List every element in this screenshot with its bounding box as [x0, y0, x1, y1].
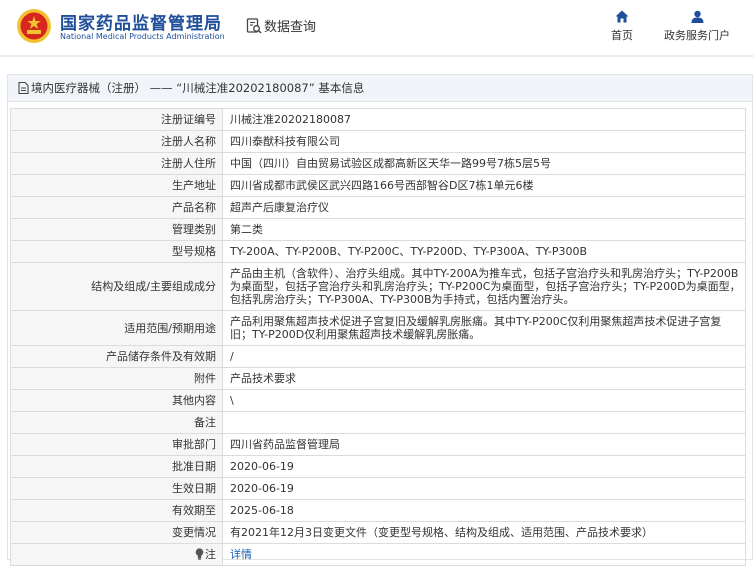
table-row: 备注	[10, 411, 746, 434]
field-value: 第二类	[222, 218, 746, 241]
table-row: 批准日期 2020-06-19	[10, 455, 746, 478]
field-label: 附件	[10, 367, 223, 390]
table-row: 生产地址 四川省成都市武侯区武兴四路166号西部智谷D区7栋1单元6楼	[10, 174, 746, 197]
field-label: 有效期至	[10, 499, 223, 522]
field-value: 2025-06-18	[222, 499, 746, 522]
field-label: 产品储存条件及有效期	[10, 345, 223, 368]
field-value: 中国（四川）自由贸易试验区成都高新区天华一路99号7栋5层5号	[222, 152, 746, 175]
brand-subtitle: National Medical Products Administration	[60, 32, 225, 41]
field-label: 适用范围/预期用途	[10, 310, 223, 346]
table-row: 结构及组成/主要组成成分 产品由主机（含软件）、治疗头组成。其中TY-200A为推…	[10, 262, 746, 311]
field-value: 有2021年12月3日变更文件（变更型号规格、结构及组成、适用范围、产品技术要求…	[222, 521, 746, 544]
table-row: 审批部门 四川省药品监督管理局	[10, 433, 746, 456]
field-label: 生产地址	[10, 174, 223, 197]
table-row: 变更情况 有2021年12月3日变更文件（变更型号规格、结构及组成、适用范围、产品…	[10, 521, 746, 544]
user-icon	[691, 10, 703, 23]
table-row: 附件 产品技术要求	[10, 367, 746, 390]
field-value: /	[222, 345, 746, 368]
data-query-link[interactable]: 数据查询	[246, 16, 316, 35]
field-label: 审批部门	[10, 433, 223, 456]
field-value	[222, 411, 746, 434]
field-value: \	[222, 389, 746, 412]
search-doc-icon	[246, 18, 262, 34]
note-value-cell: 详情	[222, 543, 746, 566]
nav-portal-label: 政务服务门户	[664, 29, 730, 42]
national-emblem-icon	[17, 9, 51, 43]
table-row: 有效期至 2025-06-18	[10, 499, 746, 522]
table-row: 产品名称 超声产后康复治疗仪	[10, 196, 746, 219]
header-divider	[0, 55, 754, 57]
document-icon	[18, 81, 29, 95]
data-query-label: 数据查询	[264, 20, 317, 35]
field-label: 变更情况	[10, 521, 223, 544]
field-value: 四川省成都市武侯区武兴四路166号西部智谷D区7栋1单元6楼	[222, 174, 746, 197]
field-value: 产品由主机（含软件）、治疗头组成。其中TY-200A为推车式，包括子宫治疗头和乳…	[222, 262, 746, 311]
field-value: 2020-06-19	[222, 477, 746, 500]
field-label: 结构及组成/主要组成成分	[10, 262, 223, 311]
brand-title[interactable]: 国家药品监督管理局	[60, 9, 222, 34]
table-row: 其他内容 \	[10, 389, 746, 412]
table-row: 注册人住所 中国（四川）自由贸易试验区成都高新区天华一路99号7栋5层5号	[10, 152, 746, 175]
home-icon	[615, 10, 629, 23]
field-label: 注册人名称	[10, 130, 223, 153]
table-row: 管理类别 第二类	[10, 218, 746, 241]
nav-home-label: 首页	[611, 29, 633, 42]
field-label: 管理类别	[10, 218, 223, 241]
field-value: 川械注准20202180087	[222, 108, 746, 131]
info-table: 注册证编号 川械注准20202180087 注册人名称 四川泰猷科技有限公司 注册人住所…	[10, 108, 746, 566]
field-value: TY-200A、TY-P200B、TY-P200C、TY-P200D、TY-P3…	[222, 240, 746, 263]
field-label: 备注	[10, 411, 223, 434]
field-value: 四川省药品监督管理局	[222, 433, 746, 456]
detail-link[interactable]: 详情	[230, 548, 252, 561]
table-row: 生效日期 2020-06-19	[10, 477, 746, 500]
panel-title-bar: 境内医疗器械（注册） —— “川械注准20202180087” 基本信息	[8, 75, 752, 102]
field-value: 2020-06-19	[222, 455, 746, 478]
field-label: 型号规格	[10, 240, 223, 263]
field-label: 注册证编号	[10, 108, 223, 131]
site-header: 国家药品监督管理局 National Medical Products Admi…	[0, 0, 754, 57]
note-label: 注	[205, 548, 216, 561]
field-value: 产品技术要求	[222, 367, 746, 390]
note-label-cell: 注	[10, 543, 223, 566]
detail-panel: 境内医疗器械（注册） —— “川械注准20202180087” 基本信息 注册证…	[7, 74, 753, 566]
field-label: 注册人住所	[10, 152, 223, 175]
panel-title: 境内医疗器械（注册） —— “川械注准20202180087” 基本信息	[31, 81, 365, 95]
table-row: 型号规格 TY-200A、TY-P200B、TY-P200C、TY-P200D、T…	[10, 240, 746, 263]
field-value: 产品利用聚焦超声技术促进子宫复旧及缓解乳房胀痛。其中TY-P200C仅利用聚焦超…	[222, 310, 746, 346]
table-row-note: 注 详情	[10, 543, 746, 566]
table-row: 注册人名称 四川泰猷科技有限公司	[10, 130, 746, 153]
table-row: 适用范围/预期用途 产品利用聚焦超声技术促进子宫复旧及缓解乳房胀痛。其中TY-P2…	[10, 310, 746, 346]
table-row: 产品储存条件及有效期 /	[10, 345, 746, 368]
field-label: 其他内容	[10, 389, 223, 412]
table-row: 注册证编号 川械注准20202180087	[10, 108, 746, 131]
field-label: 批准日期	[10, 455, 223, 478]
bulb-icon	[195, 548, 204, 560]
field-value: 四川泰猷科技有限公司	[222, 130, 746, 153]
field-value: 超声产后康复治疗仪	[222, 196, 746, 219]
nav-service-portal[interactable]: 政务服务门户	[658, 10, 736, 43]
field-label: 产品名称	[10, 196, 223, 219]
field-label: 生效日期	[10, 477, 223, 500]
nav-home[interactable]: 首页	[605, 10, 639, 43]
